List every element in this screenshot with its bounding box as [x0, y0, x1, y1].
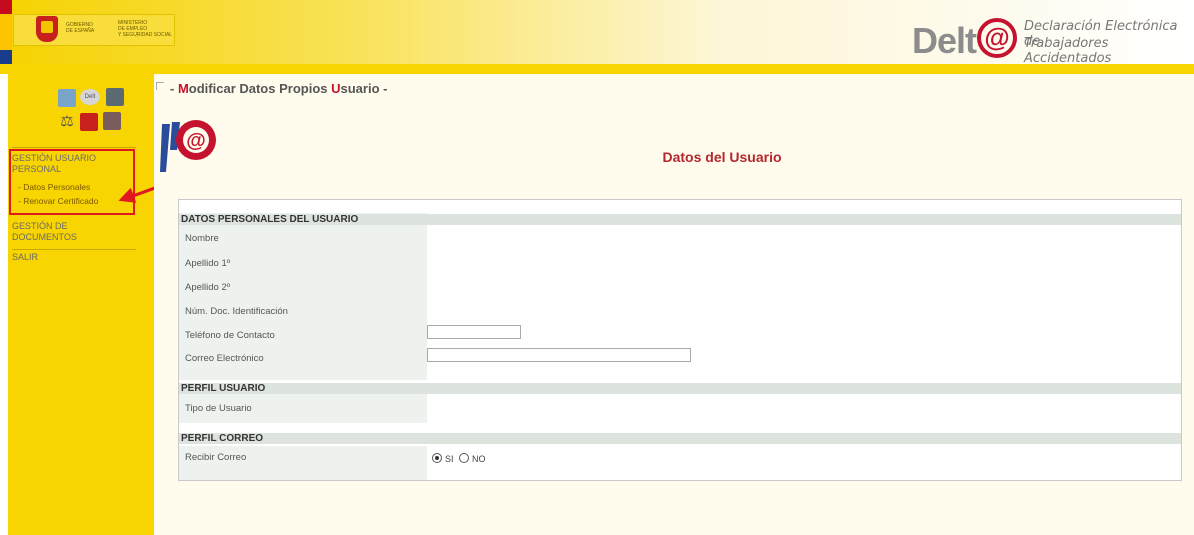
telefono-input[interactable]	[427, 325, 521, 339]
label-apellido1: Apellido 1º	[185, 258, 231, 269]
user-data-form: DATOS PERSONALES DEL USUARIO Nombre Apel…	[178, 199, 1182, 481]
menu-separator	[12, 147, 136, 148]
radio-no[interactable]	[459, 453, 469, 463]
label-tipo-usuario: Tipo de Usuario	[185, 403, 252, 414]
label-correo: Correo Electrónico	[185, 353, 264, 364]
label-recibir-correo: Recibir Correo	[185, 452, 247, 463]
scales-icon[interactable]: ⚖	[58, 113, 76, 131]
label-apellido2: Apellido 2º	[185, 282, 231, 293]
menu-separator	[12, 249, 136, 250]
brand-logo-text: Delt	[912, 20, 977, 61]
page-title: - Modificar Datos Propios Usuario -	[170, 81, 388, 96]
label-telefono: Teléfono de Contacto	[185, 330, 275, 341]
label-nombre: Nombre	[185, 233, 219, 244]
section-header-perfil-usuario: PERFIL USUARIO	[179, 383, 1181, 394]
brand-at-icon: @	[977, 18, 1017, 58]
menu-gestion-documentos[interactable]: GESTIÓN DE DOCUMENTOS	[12, 221, 122, 243]
label-num-doc: Núm. Doc. Identificación	[185, 306, 288, 317]
correo-input[interactable]	[427, 348, 691, 362]
radio-si-label: SI	[445, 454, 454, 464]
menu-salir[interactable]: SALIR	[12, 252, 38, 263]
delta-icon[interactable]: Delt	[80, 89, 100, 105]
sidebar	[8, 74, 154, 535]
brand-subtitle-line2: Trabajadores Accidentados	[1024, 36, 1112, 66]
section-header-datos: DATOS PERSONALES DEL USUARIO	[179, 214, 1181, 225]
section-header-perfil-correo: PERFIL CORREO	[179, 433, 1181, 444]
ministry-label: MINISTERIO DE EMPLEO Y SEGURIDAD SOCIAL	[118, 20, 173, 38]
title-corner-decoration	[156, 82, 164, 90]
eu-flag-strip	[0, 0, 12, 64]
header-bottom-band	[0, 64, 1194, 74]
ministry-icon[interactable]	[103, 112, 121, 130]
home-icon[interactable]	[58, 89, 76, 107]
radio-no-label: NO	[472, 454, 486, 464]
radio-si[interactable]	[432, 453, 442, 463]
edit-icon[interactable]	[106, 88, 124, 106]
spain-shield-icon[interactable]	[80, 113, 98, 131]
coat-of-arms-detail-icon	[41, 21, 53, 33]
gov-label: GOBIERNO DE ESPAÑA	[66, 22, 95, 34]
section-title: Datos del Usuario	[662, 149, 782, 165]
